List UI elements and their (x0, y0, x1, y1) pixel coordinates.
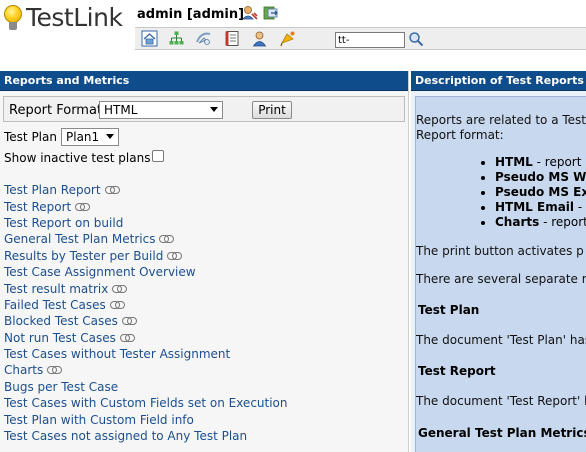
link-icon[interactable] (104, 186, 120, 195)
home-icon[interactable] (141, 30, 158, 47)
report-link[interactable]: Test Case Assignment Overview (4, 264, 196, 280)
user-label: admin [admin] (137, 7, 245, 22)
report-item[interactable]: Not run Test Cases (4, 330, 404, 346)
link-icon[interactable] (167, 251, 183, 260)
test-plan-description: The document 'Test Plan' has (416, 333, 586, 347)
reports-pane-title: Reports and Metrics (0, 71, 408, 91)
report-item[interactable]: Test Cases not assigned to Any Test Plan (4, 428, 404, 444)
report-link[interactable]: Test Plan with Custom Field info (4, 412, 194, 428)
report-format-box: Report Format HTML Print (3, 96, 405, 122)
link-icon[interactable] (75, 202, 91, 211)
user-settings-icon[interactable] (241, 4, 259, 22)
link-icon[interactable] (121, 317, 137, 326)
test-plan-value: Plan1 (66, 130, 100, 144)
intro-line-1: Reports are related to a Test (416, 113, 586, 127)
testcase-search-input[interactable] (335, 32, 405, 48)
bullet-item: HTML Email - r (495, 200, 586, 215)
report-item[interactable]: Test Cases with Custom Fields set on Exe… (4, 395, 404, 411)
report-item[interactable]: Test Report on build (4, 215, 404, 231)
events-icon[interactable] (279, 30, 296, 47)
report-item[interactable]: Blocked Test Cases (4, 313, 404, 329)
report-item[interactable]: Failed Test Cases (4, 297, 404, 313)
heading-test-report: Test Report (418, 364, 496, 378)
report-link[interactable]: Not run Test Cases (4, 330, 116, 346)
link-icon[interactable] (47, 366, 63, 375)
execute-icon[interactable] (195, 30, 212, 47)
test-plan-select[interactable]: Plan1 (61, 128, 119, 146)
report-item[interactable]: Bugs per Test Case (4, 379, 404, 395)
description-pane-title: Description of Test Reports and M (411, 71, 586, 91)
report-item[interactable]: Test result matrix (4, 280, 404, 296)
report-link[interactable]: Test Cases not assigned to Any Test Plan (4, 428, 247, 444)
format-bullet-list: HTML - report Pseudo MS Wo Pseudo MS Exc… (495, 155, 586, 230)
heading-test-plan: Test Plan (418, 303, 480, 317)
report-link[interactable]: Bugs per Test Case (4, 379, 118, 395)
report-link[interactable]: Results by Tester per Build (4, 248, 163, 264)
link-icon[interactable] (159, 235, 175, 244)
logo-text: TestLink (26, 3, 123, 32)
user-management-icon[interactable] (251, 30, 268, 47)
report-item[interactable]: Test Case Assignment Overview (4, 264, 404, 280)
separate-description: There are several separate r (416, 272, 586, 286)
logout-icon[interactable] (262, 4, 280, 22)
show-inactive-label: Show inactive test plans (4, 151, 151, 165)
report-link[interactable]: Failed Test Cases (4, 297, 106, 313)
chevron-down-icon (210, 107, 218, 112)
bullet-item: Pseudo MS Exc (495, 185, 586, 200)
description-pane: Description of Test Reports and M Report… (411, 71, 586, 452)
report-item[interactable]: Charts (4, 362, 404, 378)
report-format-label: Report Format (9, 103, 103, 118)
lightbulb-icon (2, 4, 24, 32)
chevron-down-icon (106, 134, 114, 139)
search-icon[interactable] (408, 31, 424, 47)
report-link[interactable]: Test Cases without Tester Assignment (4, 346, 230, 362)
link-icon[interactable] (112, 284, 128, 293)
report-item[interactable]: Test Cases without Tester Assignment (4, 346, 404, 362)
main-toolbar (135, 27, 586, 50)
bullet-item: Charts - report (495, 215, 586, 230)
report-format-select[interactable]: HTML (99, 101, 223, 119)
test-plan-label: Test Plan (4, 130, 57, 144)
report-link[interactable]: Test Report (4, 199, 71, 215)
print-button[interactable]: Print (252, 101, 292, 119)
report-list: Test Plan Report Test Report Test Report… (4, 182, 404, 444)
sitemap-icon[interactable] (168, 30, 185, 47)
report-format-value: HTML (104, 103, 138, 117)
report-link[interactable]: Charts (4, 362, 43, 378)
testlink-logo[interactable]: TestLink (2, 3, 123, 32)
print-description: The print button activates p (416, 244, 584, 258)
requirements-icon[interactable] (224, 30, 241, 47)
report-link[interactable]: Test Cases with Custom Fields set on Exe… (4, 395, 288, 411)
intro-line-2: Report format: (416, 128, 504, 142)
report-link[interactable]: Blocked Test Cases (4, 313, 118, 329)
test-report-description: The document 'Test Report' h (416, 394, 586, 408)
report-item[interactable]: Test Plan Report (4, 182, 404, 198)
report-item[interactable]: Results by Tester per Build (4, 248, 404, 264)
report-item[interactable]: Test Report (4, 198, 404, 214)
heading-general-metrics: General Test Plan Metrics (418, 426, 586, 440)
bullet-item: Pseudo MS Wo (495, 170, 586, 185)
bullet-item: HTML - report (495, 155, 586, 170)
report-link[interactable]: Test Plan Report (4, 182, 101, 198)
report-item[interactable]: Test Plan with Custom Field info (4, 411, 404, 427)
header: TestLink admin [admin] (0, 0, 586, 66)
report-link[interactable]: Test result matrix (4, 281, 108, 297)
link-icon[interactable] (119, 333, 135, 342)
link-icon[interactable] (109, 300, 125, 309)
reports-pane: Reports and Metrics Report Format HTML P… (0, 71, 409, 452)
report-item[interactable]: General Test Plan Metrics (4, 231, 404, 247)
report-link[interactable]: General Test Plan Metrics (4, 231, 155, 247)
report-link[interactable]: Test Report on build (4, 215, 123, 231)
show-inactive-checkbox[interactable] (152, 150, 164, 162)
